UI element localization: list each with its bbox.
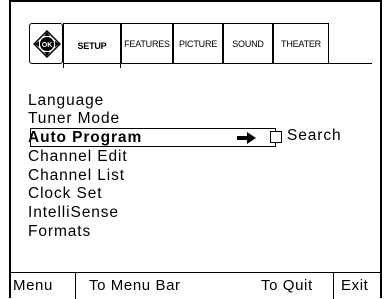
bottom-help-bar: Menu To Menu Bar To Quit Exit bbox=[11, 272, 380, 299]
bottom-divider bbox=[75, 273, 76, 299]
svg-text:OK: OK bbox=[42, 42, 53, 49]
tab-sound[interactable]: SOUND bbox=[223, 23, 273, 64]
tab-bar: OK SETUP FEATURES PICTURE SOUND THEATER bbox=[29, 17, 372, 76]
menu-item-channel-edit[interactable]: Channel Edit bbox=[28, 148, 128, 167]
menu-item-formats[interactable]: Formats bbox=[28, 223, 91, 242]
tab-theater[interactable]: THEATER bbox=[273, 23, 329, 64]
to-menu-bar-label: To Menu Bar bbox=[89, 277, 181, 294]
menu-item-channel-list[interactable]: Channel List bbox=[28, 167, 125, 186]
exit-key-label: Exit bbox=[341, 277, 369, 294]
bottom-divider bbox=[333, 273, 334, 299]
menu-key-label: Menu bbox=[13, 277, 53, 294]
menu-item-intellisense[interactable]: IntelliSense bbox=[28, 204, 119, 223]
menu-item-language[interactable]: Language bbox=[28, 92, 104, 111]
tab-divider bbox=[63, 63, 372, 64]
ok-button[interactable]: OK bbox=[29, 23, 63, 64]
ok-dpad-icon: OK bbox=[33, 30, 61, 58]
to-quit-label: To Quit bbox=[261, 277, 313, 294]
search-checkbox[interactable] bbox=[270, 131, 282, 143]
tab-setup[interactable]: SETUP bbox=[63, 23, 121, 68]
right-arrow-icon bbox=[237, 132, 256, 144]
menu-item-clock-set[interactable]: Clock Set bbox=[28, 185, 102, 204]
tab-features[interactable]: FEATURES bbox=[121, 23, 173, 64]
menu-item-tuner-mode[interactable]: Tuner Mode bbox=[28, 110, 120, 129]
search-label: Search bbox=[287, 127, 342, 144]
tab-picture[interactable]: PICTURE bbox=[173, 23, 223, 64]
